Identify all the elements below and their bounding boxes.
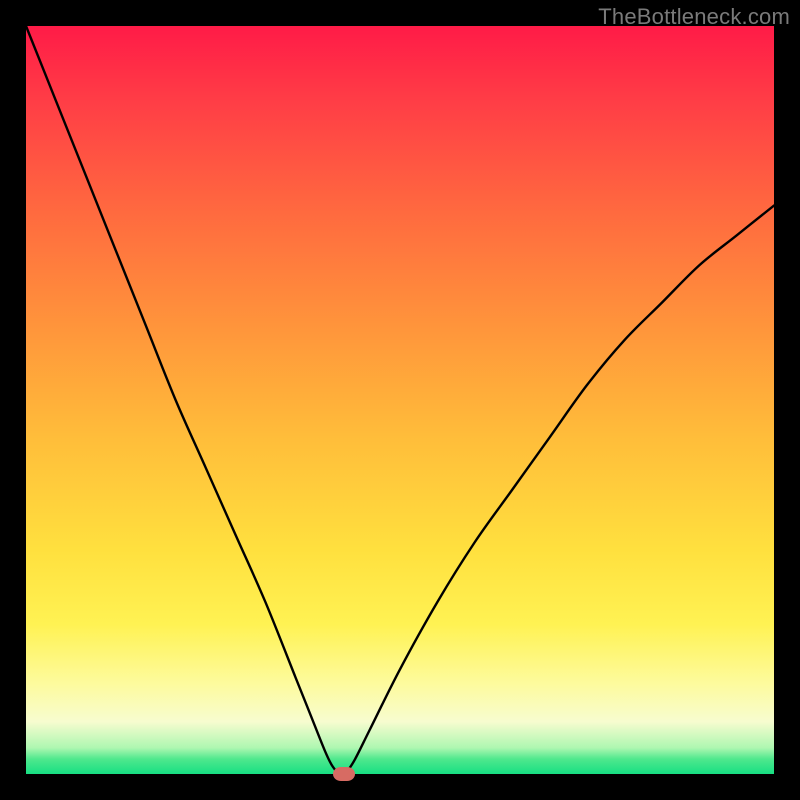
optimum-marker <box>333 767 355 781</box>
bottleneck-curve <box>26 26 774 774</box>
plot-area <box>26 26 774 774</box>
chart-frame: TheBottleneck.com <box>0 0 800 800</box>
